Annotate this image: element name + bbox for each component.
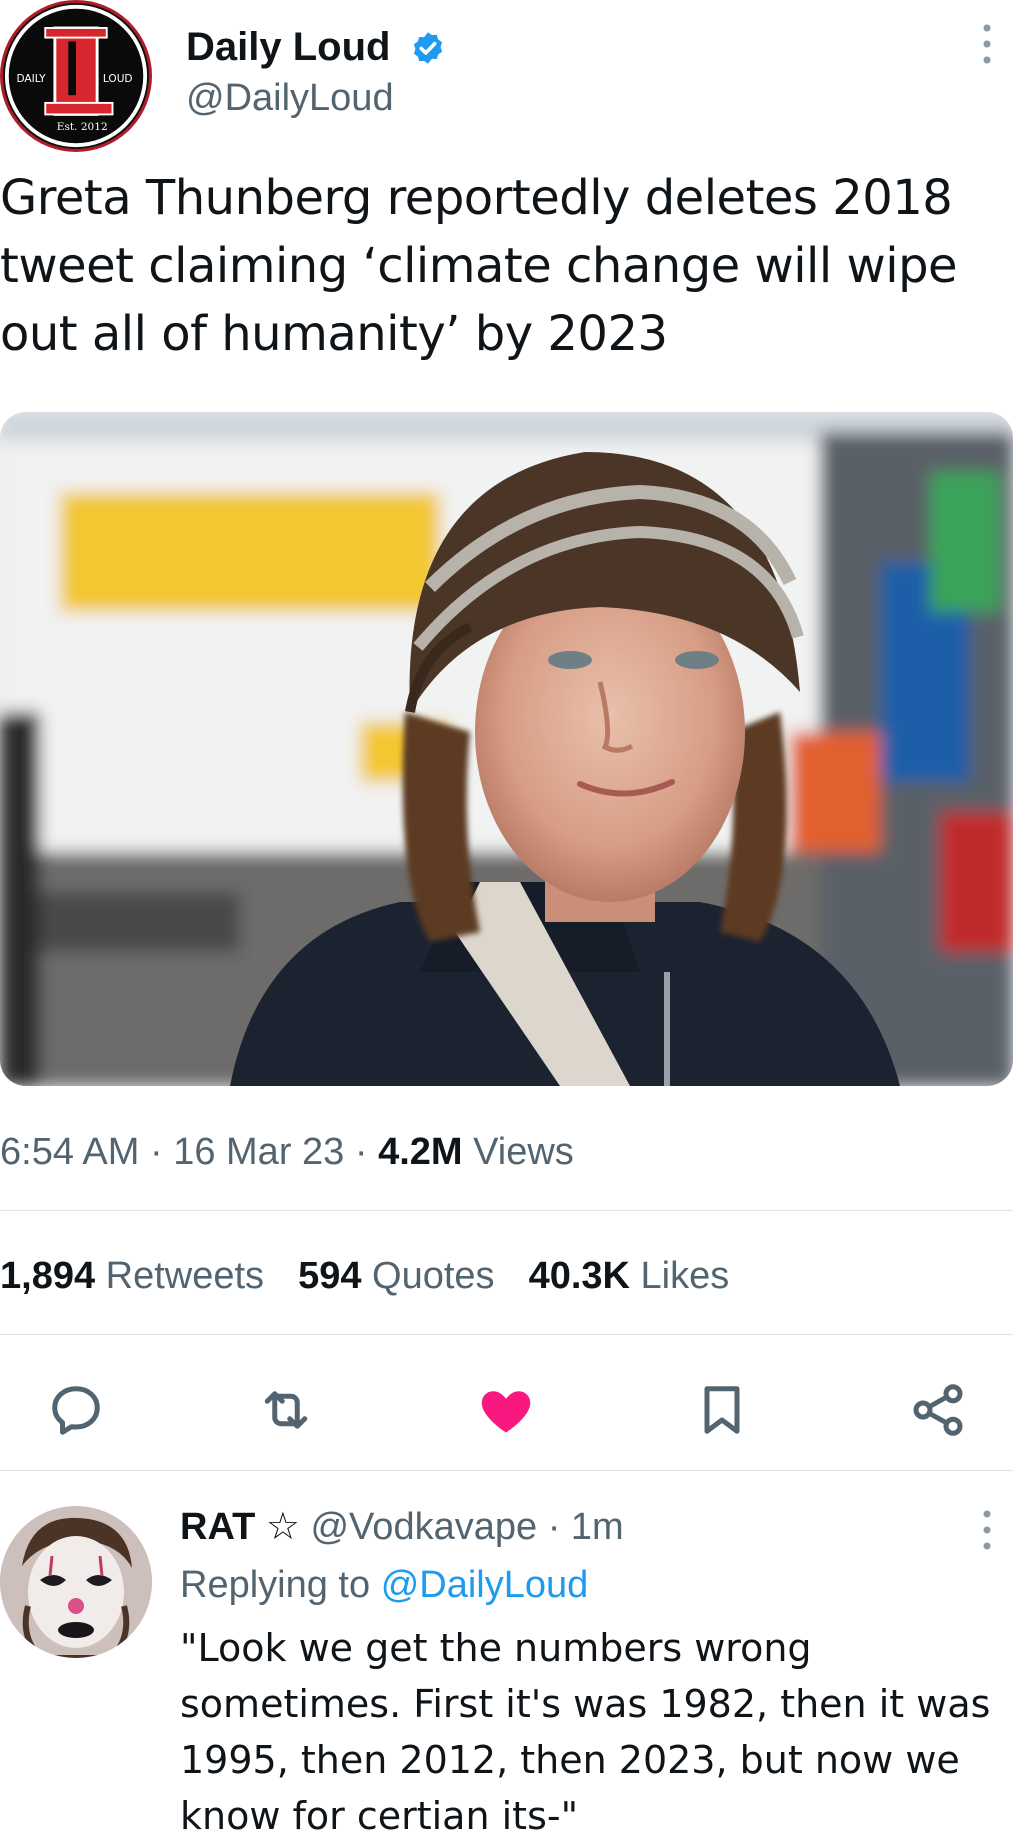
retweet-icon bbox=[264, 1391, 308, 1429]
more-options-icon[interactable] bbox=[980, 22, 994, 66]
views-label: Views bbox=[473, 1131, 574, 1173]
reply-separator: · bbox=[547, 1506, 561, 1548]
reply-icon bbox=[52, 1386, 100, 1435]
replying-to-handle[interactable]: @DailyLoud bbox=[381, 1564, 589, 1606]
replying-to: Replying to @DailyLoud bbox=[180, 1560, 588, 1610]
reply-author-name[interactable]: RAT bbox=[180, 1506, 255, 1548]
likes-label: Likes bbox=[640, 1255, 730, 1297]
tweet-date[interactable]: 16 Mar 23 bbox=[173, 1131, 344, 1173]
quotes-label: Quotes bbox=[372, 1255, 495, 1297]
quotes-stat[interactable]: 594 Quotes bbox=[298, 1255, 495, 1297]
retweet-button[interactable] bbox=[256, 1380, 316, 1440]
divider bbox=[0, 1210, 1013, 1211]
tweet-photo[interactable] bbox=[0, 412, 1013, 1086]
svg-text:DAILY: DAILY bbox=[16, 73, 46, 85]
retweets-stat[interactable]: 1,894 Retweets bbox=[0, 1255, 264, 1297]
photo-illustration bbox=[0, 412, 1013, 1086]
author-handle[interactable]: @DailyLoud bbox=[186, 74, 394, 122]
tweet-text: Greta Thunberg reportedly deletes 2018 t… bbox=[0, 170, 958, 362]
heart-icon bbox=[481, 1391, 531, 1433]
share-icon bbox=[913, 1384, 963, 1436]
tweet-meta: 6:54 AM · 16 Mar 23 · 4.2M Views bbox=[0, 1128, 574, 1176]
quotes-count: 594 bbox=[298, 1255, 362, 1297]
likes-count: 40.3K bbox=[528, 1255, 630, 1297]
svg-text:LOUD: LOUD bbox=[103, 73, 133, 85]
likes-stat[interactable]: 40.3K Likes bbox=[529, 1255, 730, 1297]
reply-button[interactable] bbox=[46, 1380, 106, 1440]
meta-separator: · bbox=[149, 1131, 163, 1173]
bookmark-icon bbox=[704, 1386, 740, 1434]
more-options-icon[interactable] bbox=[980, 1508, 994, 1552]
reply-time[interactable]: 1m bbox=[571, 1506, 624, 1548]
author-avatar[interactable]: DAILY LOUD Est. 2012 bbox=[0, 0, 152, 152]
reply-header: RAT ☆ @Vodkavape · 1m bbox=[180, 1502, 624, 1552]
divider bbox=[0, 1334, 1013, 1335]
like-button[interactable] bbox=[476, 1380, 536, 1440]
daily-loud-logo: DAILY LOUD Est. 2012 bbox=[4, 4, 148, 148]
author-name[interactable]: Daily Loud bbox=[186, 22, 390, 72]
share-button[interactable] bbox=[908, 1380, 968, 1440]
reply-author-handle[interactable]: @Vodkavape bbox=[310, 1506, 537, 1548]
tweet-time[interactable]: 6:54 AM bbox=[0, 1131, 139, 1173]
retweets-label: Retweets bbox=[105, 1255, 265, 1297]
reply-avatar[interactable] bbox=[0, 1506, 152, 1658]
retweets-count: 1,894 bbox=[0, 1255, 96, 1297]
views-count: 4.2M bbox=[378, 1131, 463, 1173]
engagement-stats: 1,894 Retweets 594 Quotes 40.3K Likes bbox=[0, 1252, 729, 1300]
verified-badge-icon bbox=[413, 32, 443, 64]
bookmark-button[interactable] bbox=[692, 1380, 752, 1440]
svg-text:Est. 2012: Est. 2012 bbox=[57, 121, 108, 133]
reply-avatar-image bbox=[0, 1506, 152, 1658]
star-icon: ☆ bbox=[265, 1506, 300, 1548]
divider bbox=[0, 1470, 1013, 1471]
replying-prefix: Replying to bbox=[180, 1564, 371, 1606]
meta-separator: · bbox=[354, 1131, 368, 1173]
reply-text: "Look we get the numbers wrong sometimes… bbox=[180, 1626, 991, 1838]
